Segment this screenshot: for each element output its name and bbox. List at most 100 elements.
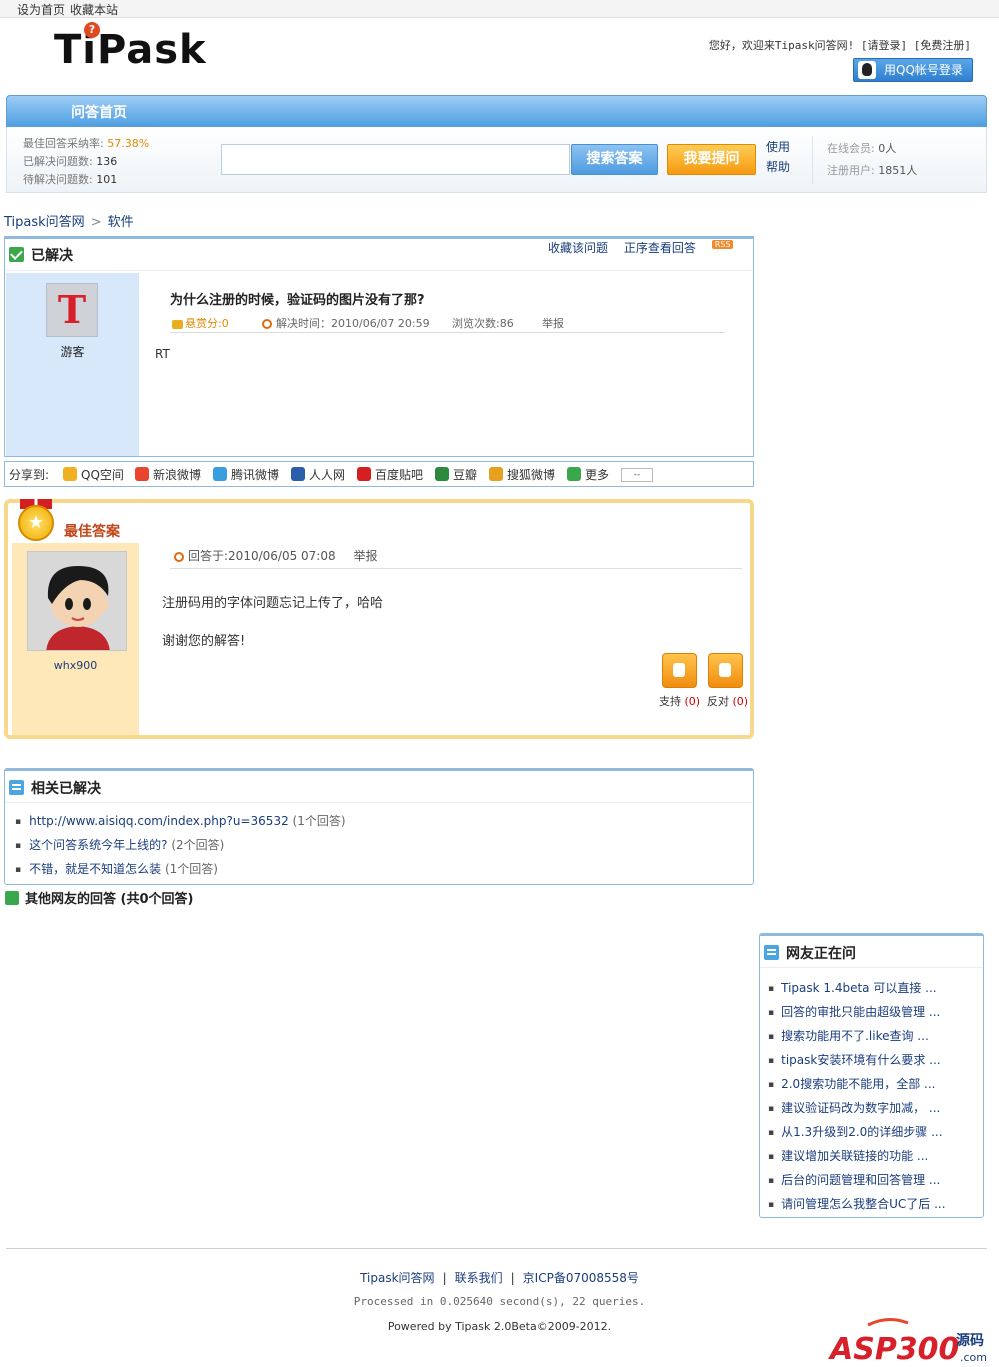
best-rate-stat: 最佳回答采纳率: 57.38% bbox=[23, 137, 150, 150]
share-tencent-weibo[interactable]: 腾讯微博 bbox=[213, 466, 279, 483]
share-more-dropdown[interactable]: -- bbox=[621, 468, 653, 482]
clock-icon bbox=[174, 551, 184, 562]
search-answer-button[interactable]: 搜索答案 bbox=[571, 144, 658, 175]
share-sina-weibo[interactable]: 新浪微博 bbox=[135, 466, 201, 483]
reward-info: 悬赏分:0 bbox=[172, 315, 229, 331]
answer-meta: 回答于:2010/06/05 07:08 举报 bbox=[170, 547, 742, 569]
list-icon bbox=[9, 780, 24, 795]
answerer-name[interactable]: whx900 bbox=[12, 659, 139, 672]
sidebar-question-item[interactable]: 从1.3升级到2.0的详细步骤 ... bbox=[768, 1123, 974, 1140]
breadcrumb-chevron-icon: > bbox=[90, 215, 102, 230]
answerer-avatar[interactable] bbox=[27, 551, 127, 651]
footer-processed-info: Processed in 0.025640 second(s), 22 quer… bbox=[353, 1295, 646, 1308]
question-body: RT bbox=[155, 347, 170, 361]
question-status: 已解决 bbox=[31, 248, 73, 264]
qq-login-button[interactable]: 用QQ帐号登录 bbox=[853, 58, 973, 82]
asp300-watermark-logo: ASP300 源码 .com bbox=[828, 1315, 990, 1367]
answer-content-line-2: 谢谢您的解答! bbox=[162, 634, 246, 649]
breadcrumb-category[interactable]: 软件 bbox=[108, 215, 134, 230]
help-link[interactable]: 使用帮助 bbox=[766, 137, 796, 177]
breadcrumb-home[interactable]: Tipask问答网 bbox=[4, 215, 85, 230]
set-homepage-link[interactable]: 设为首页 bbox=[17, 1, 65, 18]
footer-links: Tipask问答网 | 联系我们 | 京ICP备07008558号 bbox=[360, 1271, 639, 1285]
online-members-stat: 在线会员: 0人 bbox=[827, 142, 897, 155]
avatar-letter: T bbox=[57, 287, 87, 332]
douban-icon bbox=[435, 467, 449, 481]
thumbs-up-icon bbox=[673, 663, 685, 677]
footer-icp-link[interactable]: 京ICP备07008558号 bbox=[523, 1271, 639, 1285]
tencent-weibo-icon bbox=[213, 467, 227, 481]
sina-weibo-icon bbox=[135, 467, 149, 481]
best-answer-title: 最佳答案 bbox=[64, 524, 120, 540]
svg-text:ASP300: ASP300 bbox=[828, 1332, 959, 1365]
svg-text:源码: 源码 bbox=[956, 1332, 984, 1349]
sidebar-question-item[interactable]: 搜索功能用不了.like查询 ... bbox=[768, 1027, 974, 1044]
asker-avatar[interactable]: T bbox=[46, 283, 98, 337]
related-solved-box: 相关已解决 http://www.aisiqq.com/index.php?u=… bbox=[4, 768, 754, 885]
pending-count-stat: 待解决问题数: 101 bbox=[23, 173, 118, 186]
sidebar-question-item[interactable]: 建议验证码改为数字加减， ... bbox=[768, 1099, 974, 1116]
best-answer-box: ★ 最佳答案 whx900 回答于:2010/06/05 07:08 举报 注册… bbox=[4, 499, 754, 739]
related-item[interactable]: 这个问答系统今年上线的? (2个回答) bbox=[15, 836, 224, 853]
plus-icon bbox=[567, 467, 581, 481]
baidu-tieba-icon bbox=[357, 467, 371, 481]
share-label: 分享到: bbox=[9, 468, 50, 482]
order-answers-link[interactable]: 正序查看回答 bbox=[624, 241, 696, 255]
share-sohu-weibo[interactable]: 搜狐微博 bbox=[489, 466, 555, 483]
support-button[interactable] bbox=[662, 653, 697, 688]
sidebar-question-item[interactable]: 2.0搜索功能不能用，全部 ... bbox=[768, 1075, 974, 1092]
footer-site-link[interactable]: Tipask问答网 bbox=[360, 1271, 434, 1285]
oppose-label: 反对 (0) bbox=[707, 695, 749, 708]
panel-divider bbox=[812, 136, 813, 184]
sidebar-question-item[interactable]: Tipask 1.4beta 可以直接 ... bbox=[768, 979, 974, 996]
sidebar-question-item[interactable]: 回答的审批只能由超级管理 ... bbox=[768, 1003, 974, 1020]
search-input[interactable] bbox=[221, 144, 570, 175]
support-label: 支持 (0) bbox=[659, 695, 701, 708]
share-more[interactable]: 更多 bbox=[567, 466, 609, 483]
question-box: 已解决 收藏该问题 正序查看回答 RSS T 游客 为什么注册的时候，验证码的图… bbox=[4, 236, 754, 457]
share-douban[interactable]: 豆瓣 bbox=[435, 466, 477, 483]
answerer-panel: whx900 bbox=[12, 543, 139, 735]
top-bar: 设为首页 收藏本站 bbox=[0, 0, 999, 18]
sidebar-question-item[interactable]: 请问管理怎么我整合UC了后 ... bbox=[768, 1195, 974, 1212]
question-title: 为什么注册的时候，验证码的图片没有了那? bbox=[170, 293, 425, 308]
related-item[interactable]: 不错，就是不知道怎么装 (1个回答) bbox=[15, 860, 218, 877]
users-asking-box: 网友正在问 Tipask 1.4beta 可以直接 ... 回答的审批只能由超级… bbox=[759, 933, 984, 1218]
svg-text:.com: .com bbox=[960, 1351, 987, 1364]
thumbs-down-icon bbox=[719, 663, 731, 677]
qq-login-label: 用QQ帐号登录 bbox=[884, 63, 963, 77]
sidebar-question-item[interactable]: 建议增加关联链接的功能 ... bbox=[768, 1147, 974, 1164]
medal-icon: ★ bbox=[16, 499, 56, 541]
related-item[interactable]: http://www.aisiqq.com/index.php?u=36532 … bbox=[15, 812, 345, 829]
share-qzone[interactable]: QQ空间 bbox=[63, 466, 124, 483]
footer-contact-link[interactable]: 联系我们 bbox=[455, 1271, 503, 1285]
breadcrumb: Tipask问答网 > 软件 bbox=[4, 211, 134, 230]
oppose-button[interactable] bbox=[708, 653, 743, 688]
share-renren[interactable]: 人人网 bbox=[291, 466, 345, 483]
cartoon-boy-avatar-icon bbox=[28, 552, 126, 650]
site-logo[interactable]: TiPask ? bbox=[54, 22, 206, 72]
bookmark-site-link[interactable]: 收藏本站 bbox=[70, 1, 118, 18]
asker-panel: T 游客 bbox=[6, 273, 139, 456]
view-count: 浏览次数:86 bbox=[452, 317, 514, 330]
report-answer-link[interactable]: 举报 bbox=[353, 549, 377, 563]
favorite-question-link[interactable]: 收藏该问题 bbox=[548, 241, 608, 255]
clock-icon bbox=[262, 319, 272, 329]
sidebar-question-item[interactable]: 后台的问题管理和回答管理 ... bbox=[768, 1171, 974, 1188]
ask-question-button[interactable]: 我要提问 bbox=[667, 144, 756, 175]
related-title: 相关已解决 bbox=[31, 781, 101, 797]
footer-divider bbox=[6, 1248, 987, 1249]
registered-users-stat: 注册用户: 1851人 bbox=[827, 164, 918, 177]
rss-icon[interactable]: RSS bbox=[711, 240, 734, 249]
list-icon bbox=[764, 945, 779, 960]
nav-home-tab[interactable]: 问答首页 bbox=[71, 102, 127, 122]
sohu-weibo-icon bbox=[489, 467, 503, 481]
question-actions: 收藏该问题 正序查看回答 RSS bbox=[548, 239, 745, 256]
share-baidu-tieba[interactable]: 百度贴吧 bbox=[357, 466, 423, 483]
welcome-text[interactable]: 您好，欢迎来Tipask问答网! [请登录] [免费注册] bbox=[709, 37, 971, 53]
sidebar-question-item[interactable]: tipask安装环境有什么要求 ... bbox=[768, 1051, 974, 1068]
answer-time: 回答于:2010/06/05 07:08 bbox=[188, 549, 336, 563]
report-question-link[interactable]: 举报 bbox=[542, 315, 564, 331]
solved-check-icon bbox=[9, 247, 24, 262]
solved-count-stat: 已解决问题数: 136 bbox=[23, 155, 118, 168]
